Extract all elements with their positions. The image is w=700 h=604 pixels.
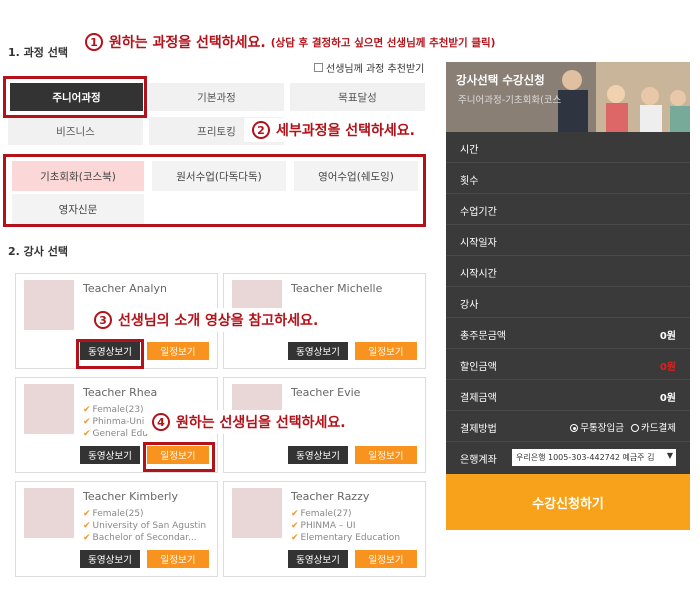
schedule-button[interactable]: 일정보기 — [355, 342, 417, 360]
teacher-info: ✔ Female(25) ✔ University of San Agustin ✔… — [83, 509, 207, 543]
video-button[interactable]: 동영상보기 — [80, 446, 140, 464]
teacher-photo — [232, 488, 282, 538]
annotation-4: 4 원하는 선생님을 선택하세요. — [144, 410, 354, 434]
teacher-name: Teacher Kimberly — [83, 490, 178, 503]
annotation-3: 3 선생님의 소개 영상을 참고하세요. — [86, 308, 327, 332]
annotation-4-number: 4 — [152, 413, 170, 431]
check-icon: ✔ — [83, 429, 91, 439]
subcourse-basic-conversation[interactable]: 기초회화(코스북) — [12, 161, 144, 191]
row-discount: 할인금액 0원 — [446, 349, 690, 380]
radio-icon — [570, 424, 579, 432]
video-button[interactable]: 동영상보기 — [80, 550, 140, 568]
payment-bank-transfer[interactable]: 무통장입금 — [570, 423, 624, 434]
video-button[interactable]: 동영상보기 — [288, 342, 348, 360]
course-junior[interactable]: 주니어과정 — [10, 83, 143, 111]
row-bank-account: 은행계좌 우리은행 1005-303-442742 예금주 김 ▼ — [446, 442, 690, 473]
row-period: 수업기간 — [446, 194, 690, 225]
row-start-time: 시작시간 — [446, 256, 690, 287]
annotation-1-note: (상담 후 결정하고 싶으면 선생님께 추천받기 클릭) — [270, 36, 496, 49]
submit-button[interactable]: 수강신청하기 — [446, 474, 690, 530]
course-basic[interactable]: 기본과정 — [149, 83, 284, 111]
schedule-button[interactable]: 일정보기 — [147, 446, 209, 464]
annotation-1-number: 1 — [85, 33, 103, 51]
schedule-button[interactable]: 일정보기 — [147, 550, 209, 568]
teacher-name: Teacher Evie — [291, 386, 361, 399]
teacher-name: Teacher Rhea — [83, 386, 158, 399]
teacher-section-title: 2. 강사 선택 — [8, 245, 68, 258]
row-total: 총주문금액 0원 — [446, 318, 690, 349]
row-time: 시간 — [446, 132, 690, 163]
check-icon: ✔ — [83, 533, 91, 543]
check-icon: ✔ — [83, 405, 91, 415]
teacher-name: Teacher Razzy — [291, 490, 370, 503]
check-icon: ✔ — [83, 509, 91, 519]
check-icon: ✔ — [83, 521, 91, 531]
row-teacher: 강사 — [446, 287, 690, 318]
course-section-title: 1. 과정 선택 — [8, 46, 68, 59]
teacher-card-razzy[interactable]: Teacher Razzy ✔ Female(27) ✔ PHINMA – UI ✔… — [223, 481, 426, 577]
course-business[interactable]: 비즈니스 — [8, 117, 143, 145]
teacher-photo — [24, 280, 74, 330]
video-button[interactable]: 동영상보기 — [80, 342, 140, 360]
annotation-1: 1 원하는 과정을 선택하세요. (상담 후 결정하고 싶으면 선생님께 추천받… — [85, 32, 495, 52]
teacher-card-kimberly[interactable]: Teacher Kimberly ✔ Female(25) ✔ University… — [15, 481, 218, 577]
schedule-button[interactable]: 일정보기 — [355, 550, 417, 568]
teacher-photo — [24, 488, 74, 538]
summary-panel: 강사선택 수강신청 주니어과정-기초회화(코스 시간 횟수 수업기간 시작일자 … — [446, 62, 690, 530]
check-icon: ✔ — [291, 509, 299, 519]
teacher-photo — [24, 384, 74, 434]
schedule-button[interactable]: 일정보기 — [147, 342, 209, 360]
row-start-date: 시작일자 — [446, 225, 690, 256]
annotation-3-text: 선생님의 소개 영상을 참고하세요. — [118, 313, 319, 329]
subcourse-newspaper[interactable]: 영자신문 — [12, 194, 144, 224]
annotation-2-number: 2 — [252, 121, 270, 139]
annotation-3-number: 3 — [94, 311, 112, 329]
dropdown-arrow-icon: ▼ — [666, 451, 673, 460]
check-icon: ✔ — [83, 417, 91, 427]
schedule-button[interactable]: 일정보기 — [355, 446, 417, 464]
check-icon: ✔ — [291, 533, 299, 543]
payment-card[interactable]: 카드결제 — [631, 423, 676, 434]
bank-account-select[interactable]: 우리은행 1005-303-442742 예금주 김 ▼ — [512, 449, 676, 466]
recommend-checkbox[interactable]: 선생님께 과정 추천받기 — [314, 60, 424, 75]
video-button[interactable]: 동영상보기 — [288, 550, 348, 568]
subcourse-shadowing[interactable]: 영어수업(쉐도잉) — [294, 161, 418, 191]
check-icon: ✔ — [291, 521, 299, 531]
panel-header-image: 강사선택 수강신청 주니어과정-기초회화(코스 — [446, 62, 690, 132]
row-payment-amount: 결제금액 0원 — [446, 380, 690, 411]
row-count: 횟수 — [446, 163, 690, 194]
teacher-name: Teacher Analyn — [83, 282, 167, 295]
radio-icon — [631, 424, 640, 432]
course-goal[interactable]: 목표달성 — [290, 83, 425, 111]
teacher-name: Teacher Michelle — [291, 282, 383, 295]
annotation-4-text: 원하는 선생님을 선택하세요. — [176, 415, 346, 431]
row-payment-method: 결제방법 무통장입금 카드결제 — [446, 411, 690, 442]
teacher-info: ✔ Female(27) ✔ PHINMA – UI ✔ Elementary Edu… — [291, 509, 401, 543]
checkbox-icon[interactable] — [314, 63, 323, 72]
panel-subtitle: 주니어과정-기초회화(코스 — [458, 95, 562, 106]
subcourse-original-book[interactable]: 원서수업(다독다독) — [152, 161, 286, 191]
annotation-1-text: 원하는 과정을 선택하세요. — [109, 35, 266, 51]
annotation-2-text: 세부과정을 선택하세요. — [276, 123, 415, 139]
video-button[interactable]: 동영상보기 — [288, 446, 348, 464]
annotation-2: 2 세부과정을 선택하세요. — [244, 118, 423, 142]
panel-title: 강사선택 수강신청 — [456, 73, 545, 87]
recommend-label: 선생님께 과정 추천받기 — [326, 64, 425, 75]
